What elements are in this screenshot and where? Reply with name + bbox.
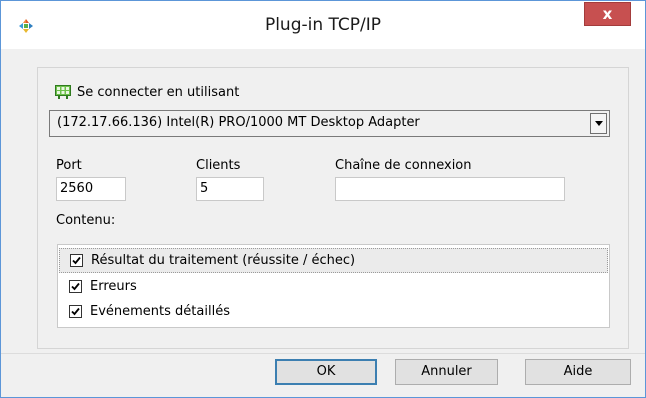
result-item-label: Résultat du traitement (réussite / échec… [91, 253, 356, 268]
network-adapter-icon [55, 85, 71, 99]
chevron-down-icon [595, 121, 603, 126]
window-title: Plug-in TCP/IP [264, 15, 382, 35]
cancel-button[interactable]: Annuler [395, 359, 498, 385]
content-listbox: Résultat du traitement (réussite / échec… [57, 244, 610, 328]
checkmark-icon [71, 307, 80, 316]
detailed-events-item-label: Evénements détaillés [90, 304, 230, 319]
connection-string-label: Chaîne de connexion [335, 158, 472, 173]
clients-label: Clients [196, 158, 241, 173]
port-label: Port [56, 158, 82, 173]
connection-string-input[interactable] [335, 177, 565, 201]
detailed-events-checkbox[interactable] [69, 305, 82, 318]
connect-using-label: Se connecter en utilisant [77, 84, 240, 100]
adapter-value: (172.17.66.136) Intel(R) PRO/1000 MT Des… [57, 115, 420, 130]
title-bar: Plug-in TCP/IP x [1, 1, 645, 49]
connect-using-label-row: Se connecter en utilisant [55, 83, 239, 101]
close-button[interactable]: x [584, 2, 631, 26]
result-checkbox[interactable] [70, 254, 83, 267]
list-item-result[interactable]: Résultat du traitement (réussite / échec… [59, 248, 608, 273]
checkmark-icon [72, 256, 81, 265]
ok-button[interactable]: OK [275, 359, 377, 385]
checkmark-icon [71, 282, 80, 291]
port-input[interactable]: 2560 [56, 177, 126, 201]
dropdown-arrow-button[interactable] [590, 113, 607, 134]
dialog-window: Plug-in TCP/IP x Se connecter en utilisa… [0, 0, 646, 398]
errors-checkbox[interactable] [69, 280, 82, 293]
list-item-errors[interactable]: Erreurs [59, 274, 608, 299]
errors-item-label: Erreurs [90, 279, 137, 294]
clients-input[interactable]: 5 [196, 177, 264, 201]
footer-divider [1, 353, 645, 354]
list-item-detailed-events[interactable]: Evénements détaillés [59, 299, 608, 324]
adapter-dropdown[interactable]: (172.17.66.136) Intel(R) PRO/1000 MT Des… [49, 110, 610, 137]
content-label: Contenu: [56, 213, 116, 228]
help-button[interactable]: Aide [525, 359, 631, 385]
